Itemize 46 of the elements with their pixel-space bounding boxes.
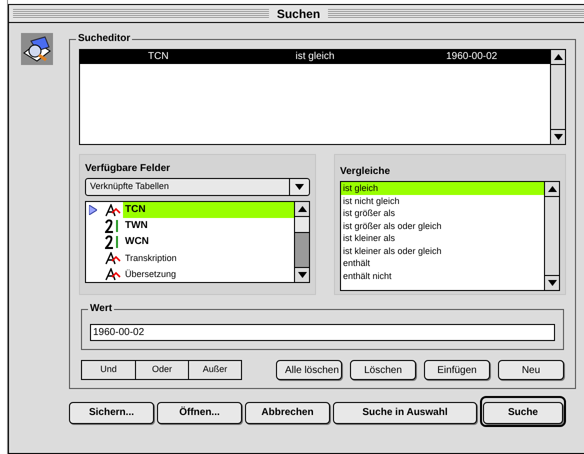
scroll-down-icon[interactable] [554,134,562,140]
push-button[interactable]: Neu [498,360,564,380]
number-field-icon [105,235,121,249]
text-field-icon [105,252,121,264]
scroll-up-icon[interactable] [548,186,556,192]
comparison-item[interactable]: ist gleich [341,182,544,194]
criteria-value: 1960-00-02 [445,50,498,64]
push-button[interactable]: Einfügen [424,360,490,380]
scroll-down-icon[interactable] [298,272,306,278]
segment-button[interactable]: Außer [188,361,241,379]
push-button[interactable]: Suche in Auswahl [333,402,477,424]
push-button[interactable]: Alle löschen [276,360,342,380]
scroll-up-icon[interactable] [298,206,306,212]
scroll-thumb[interactable] [295,217,309,233]
scroll-up-icon[interactable] [554,54,562,60]
field-item[interactable]: TCN [123,202,294,218]
push-button[interactable]: Öffnen... [157,402,242,424]
magnifier-document-icon [21,33,53,65]
window-title: Suchen [276,6,322,22]
scrollbar[interactable] [544,182,559,290]
push-button[interactable]: Löschen [350,360,416,380]
push-button[interactable]: Suche [483,402,563,424]
panel-title: Verfügbare Felder [85,163,172,175]
scrollbar[interactable] [550,50,565,144]
comparisons-list[interactable]: ist gleich ist nicht gleich ist größer als ist größer als oder gleich ist kleiner als ist kleiner als oder gleich enthält enthält nicht [340,181,560,291]
criteria-operator: ist gleich [294,50,336,64]
table-dropdown[interactable]: Verknüpfte Tabellen [85,178,310,196]
segment-button[interactable]: Oder [135,361,188,379]
push-button[interactable]: Sichern... [69,402,154,424]
criteria-row[interactable]: TCN ist gleich 1960-00-02 [80,50,550,64]
criteria-list[interactable]: TCN ist gleich 1960-00-02 [79,49,566,145]
value-field[interactable]: 1960-00-02 [90,324,555,341]
number-field-icon [105,219,121,233]
push-button[interactable]: Abbrechen [245,402,330,424]
pointer-triangle-icon [89,205,97,215]
panel-title: Vergleiche [340,166,392,178]
scroll-down-icon[interactable] [295,184,304,190]
segment-button[interactable]: Und [82,361,135,379]
text-field-icon [105,268,121,280]
fields-list[interactable]: TCN TWN WCN Transkription Übersetzung [85,201,310,283]
criteria-field: TCN [80,50,237,64]
scroll-down-icon[interactable] [548,280,556,286]
scrollbar[interactable] [294,202,309,282]
title-bar[interactable]: Suchen [9,5,584,23]
comparison-item[interactable]: ist nicht gleich [341,194,544,207]
text-field-icon [105,204,121,216]
